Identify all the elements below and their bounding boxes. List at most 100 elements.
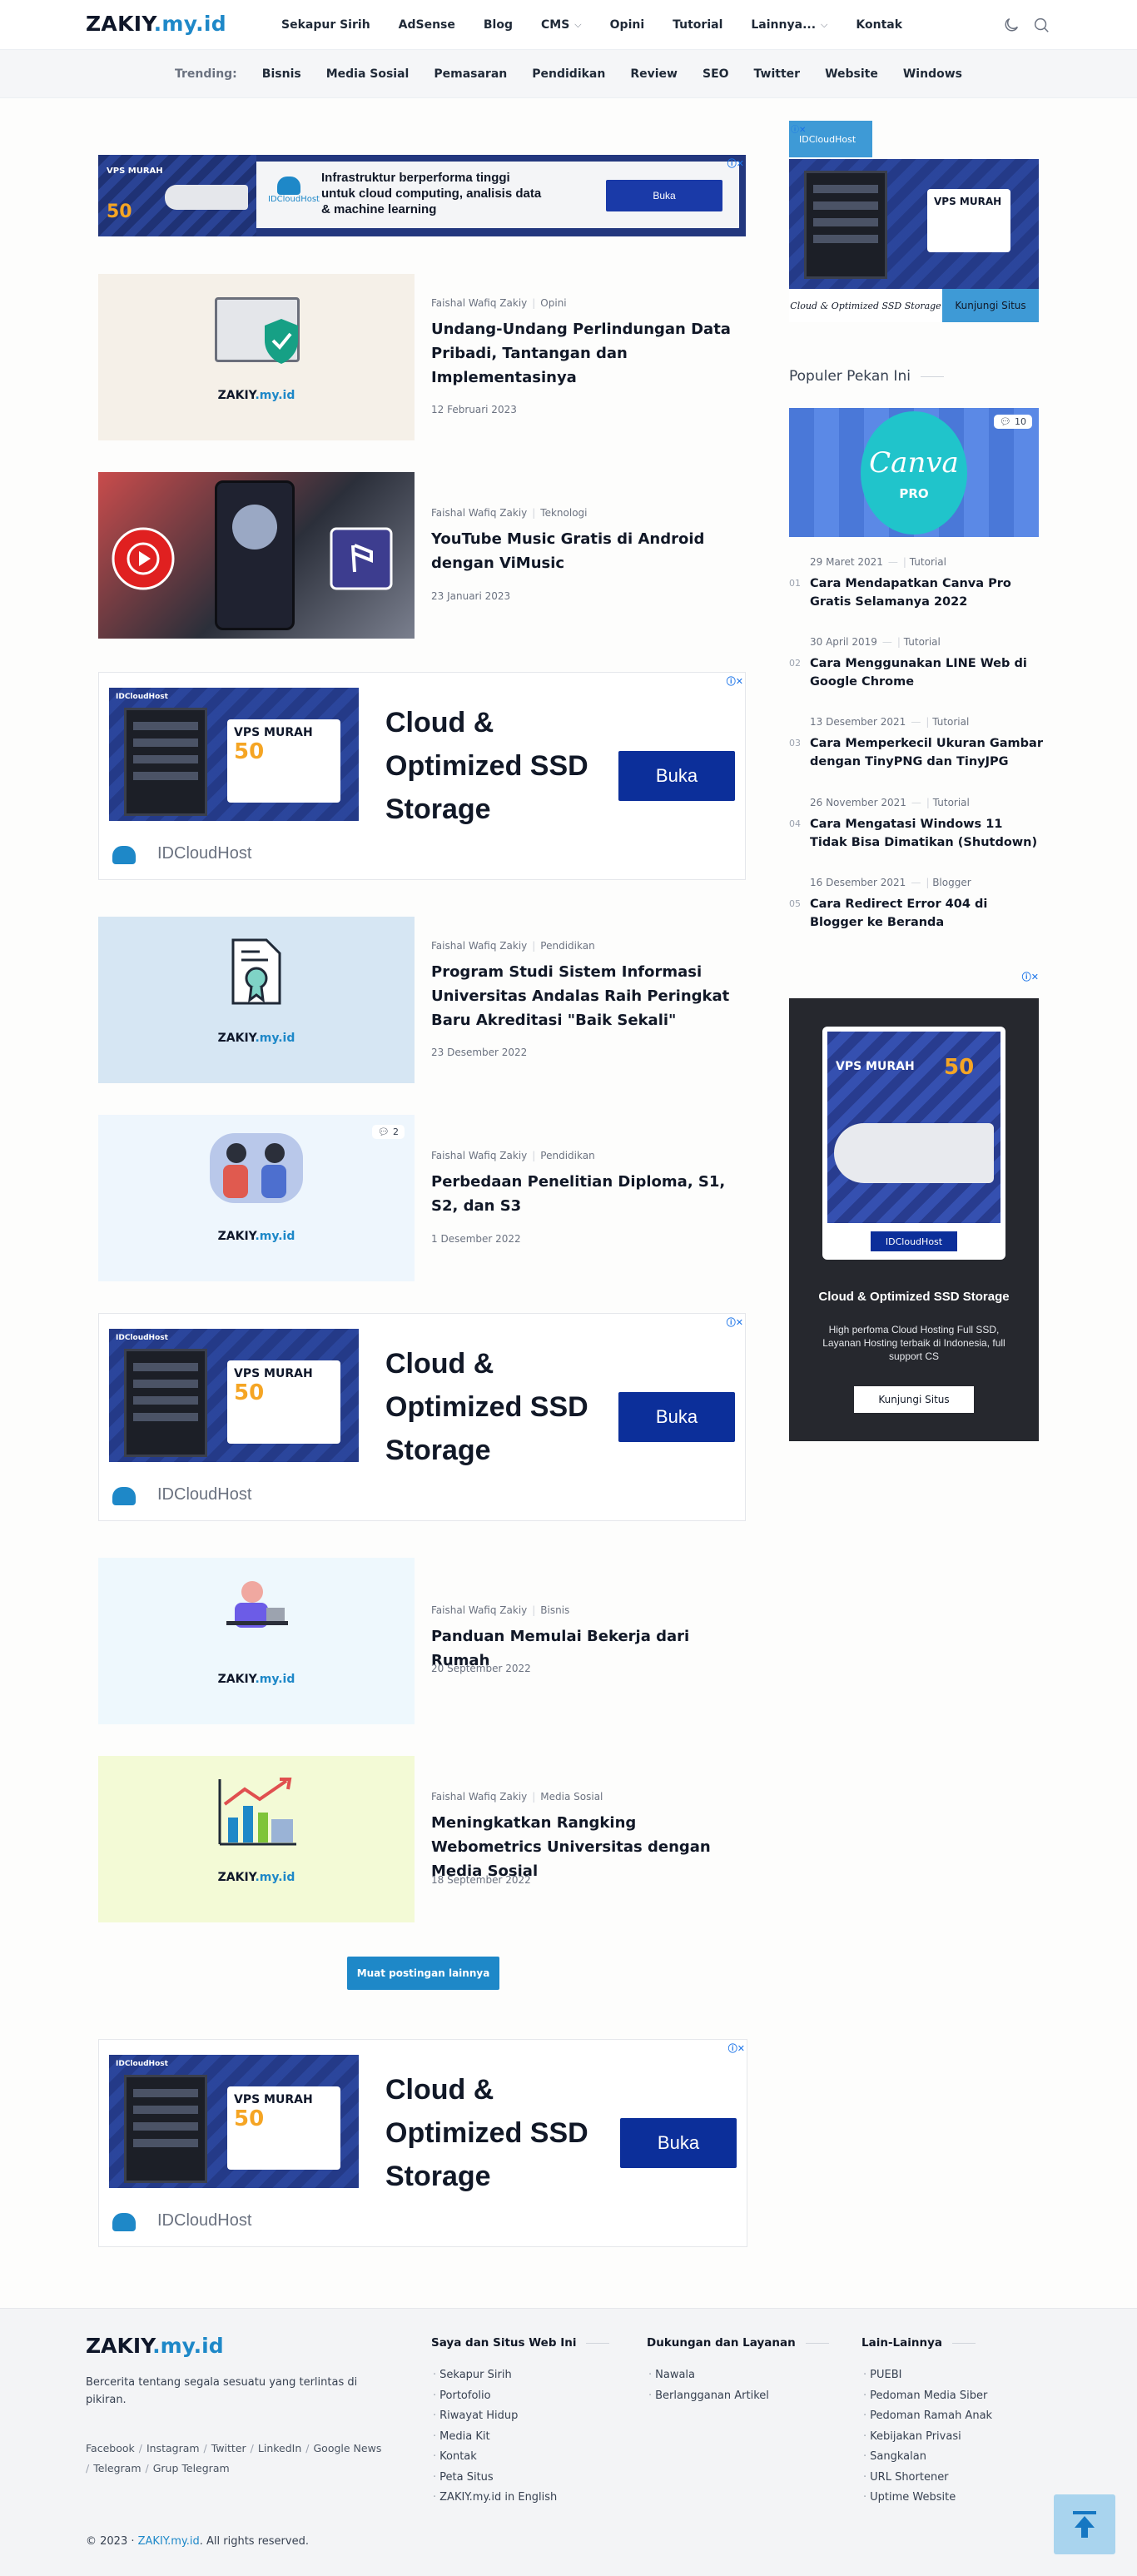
trending-pemasaran[interactable]: Pemasaran [434, 67, 507, 81]
trending-review[interactable]: Review [630, 67, 678, 81]
social-linkedin[interactable]: LinkedIn [258, 2442, 301, 2454]
social-facebook[interactable]: Facebook [86, 2442, 135, 2454]
ad-card-button[interactable]: Buka [618, 751, 735, 801]
banner-ad[interactable]: VPS MURAH 50 IDCloudHost Infrastruktur b… [98, 155, 746, 236]
footer-link[interactable]: Nawala [648, 2365, 769, 2386]
post-author[interactable]: Faishal Wafiq Zakiy [431, 507, 527, 519]
search-icon[interactable] [1032, 16, 1050, 34]
footer-link[interactable]: Riwayat Hidup [433, 2406, 557, 2427]
post-author[interactable]: Faishal Wafiq Zakiy [431, 297, 527, 309]
ad-choices-icon[interactable]: ⓘ✕ [791, 122, 806, 135]
footer-link[interactable]: URL Shortener [863, 2468, 992, 2489]
popular-item-title[interactable]: Cara Memperkecil Ukuran Gambar dengan Ti… [810, 734, 1043, 771]
ad-choices-icon[interactable]: ⓘ✕ [1022, 970, 1039, 983]
footer-link[interactable]: Sekapur Sirih [433, 2365, 557, 2386]
footer-link[interactable]: Portofolio [433, 2386, 557, 2407]
post-card[interactable]: ZAKIY.my.id Faishal Wafiq Zakiy | Pendidik… [98, 917, 746, 1083]
post-card[interactable]: Faishal Wafiq Zakiy | Teknologi YouTube Mu… [98, 472, 746, 639]
post-title[interactable]: YouTube Music Gratis di Android dengan V… [431, 527, 746, 575]
nav-opini[interactable]: Opini [610, 18, 645, 32]
back-to-top-button[interactable] [1054, 2494, 1115, 2554]
footer-link[interactable]: ZAKIY.my.id in English [433, 2488, 557, 2509]
popular-item-title[interactable]: Cara Redirect Error 404 di Blogger ke Be… [810, 895, 1043, 932]
post-title[interactable]: Program Studi Sistem Informasi Universit… [431, 960, 746, 1032]
post-thumbnail[interactable]: ZAKIY.my.id [98, 1756, 415, 1922]
load-more-button[interactable]: Muat postingan lainnya [347, 1957, 499, 1990]
comment-count-badge[interactable]: 💬︎ 10 [994, 415, 1032, 429]
post-category[interactable]: Teknologi [540, 507, 587, 519]
skyscraper-ad-button[interactable]: Kunjungi Situs [854, 1386, 974, 1413]
footer-link[interactable]: Uptime Website [863, 2488, 992, 2509]
post-category[interactable]: Bisnis [540, 1604, 569, 1616]
nav-cms[interactable]: CMS ⌵ [541, 18, 582, 32]
post-card[interactable]: ZAKIY.my.id Faishal Wafiq Zakiy | Opini Un… [98, 274, 746, 440]
post-category[interactable]: Media Sosial [540, 1791, 603, 1803]
footer-logo[interactable]: ZAKIY.my.id [86, 2334, 224, 2358]
moon-icon[interactable] [1002, 16, 1020, 34]
post-author[interactable]: Faishal Wafiq Zakiy [431, 1791, 527, 1803]
nav-sekapur-sirih[interactable]: Sekapur Sirih [281, 18, 370, 32]
post-category[interactable]: Opini [540, 297, 566, 309]
trending-media-sosial[interactable]: Media Sosial [326, 67, 410, 81]
post-thumbnail[interactable]: 💬︎ 2 ZAKIY.my.id [98, 1115, 415, 1281]
footer-link[interactable]: Berlangganan Artikel [648, 2386, 769, 2407]
social-instagram[interactable]: Instagram [146, 2442, 200, 2454]
ad-card[interactable]: IDCloudHost VPS MURAH 50 Cloud & Optimize… [98, 2039, 747, 2247]
social-google-news[interactable]: Google News [314, 2442, 382, 2454]
ad-choices-icon[interactable]: ⓘ✕ [727, 674, 743, 688]
trending-bisnis[interactable]: Bisnis [262, 67, 301, 81]
post-author[interactable]: Faishal Wafiq Zakiy [431, 1604, 527, 1616]
popular-item-title[interactable]: Cara Mendapatkan Canva Pro Gratis Selama… [810, 574, 1043, 611]
trending-pendidikan[interactable]: Pendidikan [532, 67, 605, 81]
footer-link[interactable]: Kebijakan Privasi [863, 2427, 992, 2448]
post-category[interactable]: Pendidikan [540, 1150, 594, 1161]
footer-link[interactable]: Pedoman Media Siber [863, 2386, 992, 2407]
trending-twitter[interactable]: Twitter [754, 67, 801, 81]
nav-lainnya[interactable]: Lainnya... ⌵ [751, 18, 827, 32]
post-thumbnail[interactable] [98, 472, 415, 639]
popular-item-title[interactable]: Cara Mengatasi Windows 11 Tidak Bisa Dim… [810, 815, 1043, 852]
post-card[interactable]: 💬︎ 2 ZAKIY.my.id Faishal Wafiq Zakiy | Pend… [98, 1115, 746, 1281]
nav-kontak[interactable]: Kontak [856, 18, 902, 32]
nav-adsense[interactable]: AdSense [399, 18, 455, 32]
trending-windows[interactable]: Windows [903, 67, 962, 81]
post-author[interactable]: Faishal Wafiq Zakiy [431, 940, 527, 952]
footer-link[interactable]: Sangkalan [863, 2447, 992, 2468]
social-telegram-group[interactable]: Grup Telegram [153, 2462, 230, 2474]
post-title[interactable]: Undang-Undang Perlindungan Data Pribadi,… [431, 317, 746, 390]
popular-item-title[interactable]: Cara Menggunakan LINE Web di Google Chro… [810, 654, 1043, 691]
ad-choices-icon[interactable]: ⓘ✕ [727, 1315, 743, 1329]
footer-copyright-link[interactable]: ZAKIY.my.id [138, 2535, 200, 2548]
sidebar-ad-button[interactable]: Kunjungi Situs [942, 289, 1039, 322]
post-card[interactable]: ZAKIY.my.id Faishal Wafiq Zakiy | Media So… [98, 1756, 746, 1922]
popular-hero-image[interactable]: Canva PRO 💬︎ 10 [789, 408, 1039, 537]
post-thumbnail[interactable]: ZAKIY.my.id [98, 917, 415, 1083]
footer-link[interactable]: Media Kit [433, 2427, 557, 2448]
sidebar-ad[interactable]: IDCloudHost ⓘ✕ VPS MURAH Cloud & Optimiz… [789, 121, 1039, 329]
ad-card-button[interactable]: Buka [620, 2118, 737, 2168]
ad-choices-icon[interactable]: ⓘ✕ [728, 2041, 745, 2055]
footer-link[interactable]: Kontak [433, 2447, 557, 2468]
footer-link[interactable]: PUEBI [863, 2365, 992, 2386]
post-card[interactable]: ZAKIY.my.id Faishal Wafiq Zakiy | Bisnis P… [98, 1558, 746, 1724]
ad-card[interactable]: IDCloudHost VPS MURAH 50 Cloud & Optimize… [98, 1313, 746, 1521]
post-thumbnail[interactable]: ZAKIY.my.id [98, 274, 415, 440]
post-thumbnail[interactable]: ZAKIY.my.id [98, 1558, 415, 1724]
comment-count-badge[interactable]: 💬︎ 2 [372, 1125, 405, 1139]
social-twitter[interactable]: Twitter [211, 2442, 246, 2454]
footer-link[interactable]: Peta Situs [433, 2468, 557, 2489]
skyscraper-ad[interactable]: ⓘ✕ VPS MURAH 50 IDCloudHost Cloud & Opti… [789, 970, 1039, 1441]
trending-seo[interactable]: SEO [703, 67, 729, 81]
post-title[interactable]: Meningkatkan Rangking Webometrics Univer… [431, 1811, 746, 1883]
footer-link[interactable]: Pedoman Ramah Anak [863, 2406, 992, 2427]
nav-tutorial[interactable]: Tutorial [673, 18, 722, 32]
banner-ad-button[interactable]: Buka [606, 180, 722, 211]
post-author[interactable]: Faishal Wafiq Zakiy [431, 1150, 527, 1161]
post-title[interactable]: Perbedaan Penelitian Diploma, S1, S2, da… [431, 1170, 746, 1218]
post-category[interactable]: Pendidikan [540, 940, 594, 952]
nav-blog[interactable]: Blog [484, 18, 513, 32]
ad-choices-icon[interactable]: ⓘ✕ [727, 157, 744, 170]
ad-card-button[interactable]: Buka [618, 1392, 735, 1442]
site-logo[interactable]: ZAKIY.my.id [86, 12, 226, 36]
trending-website[interactable]: Website [825, 67, 878, 81]
